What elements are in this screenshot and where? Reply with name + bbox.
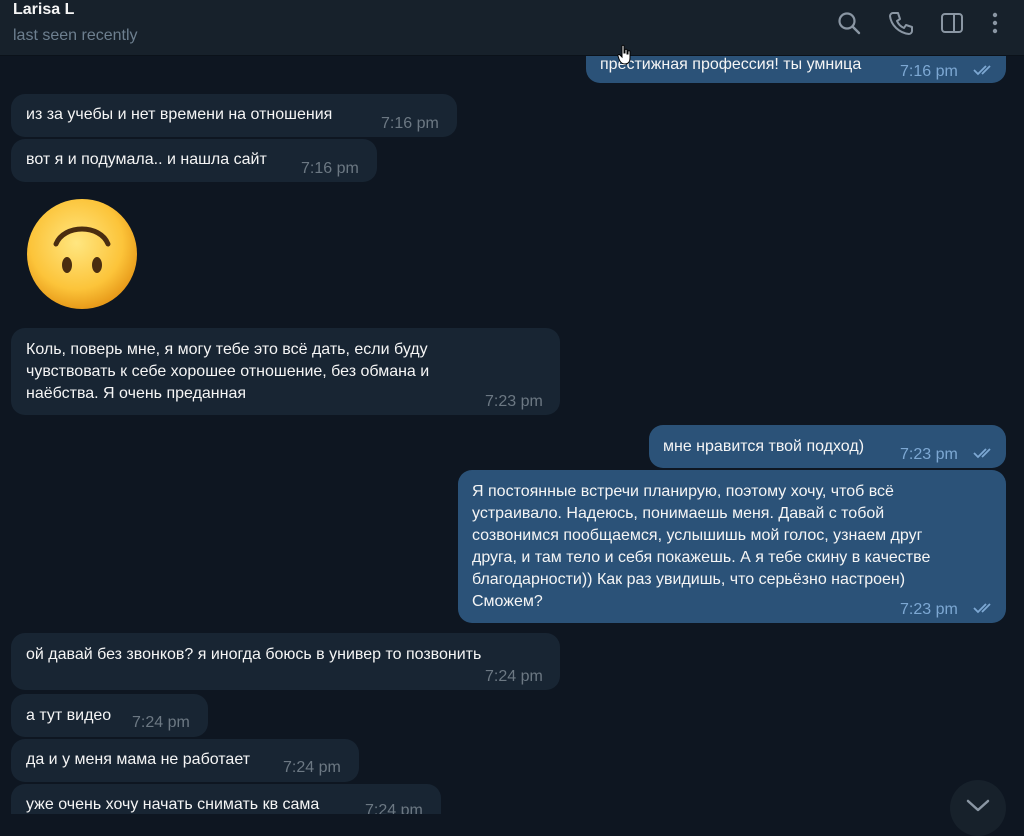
message-time: 7:24 pm	[365, 802, 423, 814]
message-text: ой давай без звонков? я иногда боюсь в у…	[26, 646, 482, 663]
double-check-icon	[973, 446, 999, 460]
message-bubble-outgoing[interactable]: Я постоянные встречи планирую, поэтому х…	[458, 470, 1006, 623]
contact-status: last seen recently	[13, 27, 138, 44]
phone-icon[interactable]	[888, 10, 914, 36]
message-bubble-incoming[interactable]: уже очень хочу начать снимать кв сама 7:…	[11, 784, 441, 814]
message-bubble-outgoing[interactable]: мне нравится твой подход) 7:23 pm	[649, 425, 1006, 468]
upside-down-face-emoji[interactable]	[26, 198, 138, 310]
message-text: Я постоянные встречи планирую, поэтому х…	[472, 483, 931, 610]
message-bubble-incoming[interactable]: Коль, поверь мне, я могу тебе это всё да…	[11, 328, 560, 415]
chevron-down-icon	[966, 799, 990, 812]
message-text: Коль, поверь мне, я могу тебе это всё да…	[26, 341, 430, 402]
message-time: 7:24 pm	[283, 759, 341, 776]
message-bubble-incoming[interactable]: да и у меня мама не работает 7:24 pm	[11, 739, 359, 782]
message-bubble-incoming[interactable]: ой давай без звонков? я иногда боюсь в у…	[11, 633, 560, 690]
scroll-to-bottom-button[interactable]	[950, 780, 1006, 836]
message-time: 7:23 pm	[900, 446, 958, 463]
message-time: 7:23 pm	[485, 393, 543, 410]
message-time: 7:16 pm	[381, 115, 439, 132]
contact-name[interactable]: Larisa L	[13, 1, 74, 19]
message-time: 7:16 pm	[301, 160, 359, 177]
sidebar-toggle-icon[interactable]	[939, 10, 965, 36]
message-bubble-incoming[interactable]: вот я и подумала.. и нашла сайт 7:16 pm	[11, 139, 377, 182]
message-bubble-incoming[interactable]: а тут видео 7:24 pm	[11, 694, 208, 737]
message-time: 7:24 pm	[132, 714, 190, 731]
message-time: 7:23 pm	[900, 601, 958, 618]
double-check-icon	[973, 63, 999, 77]
double-check-icon	[973, 601, 999, 615]
message-bubble-incoming[interactable]: из за учебы и нет времени на отношения 7…	[11, 94, 457, 137]
message-time: 7:24 pm	[485, 668, 543, 685]
search-icon[interactable]	[836, 10, 862, 36]
more-vertical-icon[interactable]	[982, 10, 1008, 36]
hand-cursor-icon	[617, 44, 633, 66]
chat-header: Larisa L last seen recently	[0, 0, 1024, 56]
message-time: 7:16 pm	[900, 63, 958, 80]
